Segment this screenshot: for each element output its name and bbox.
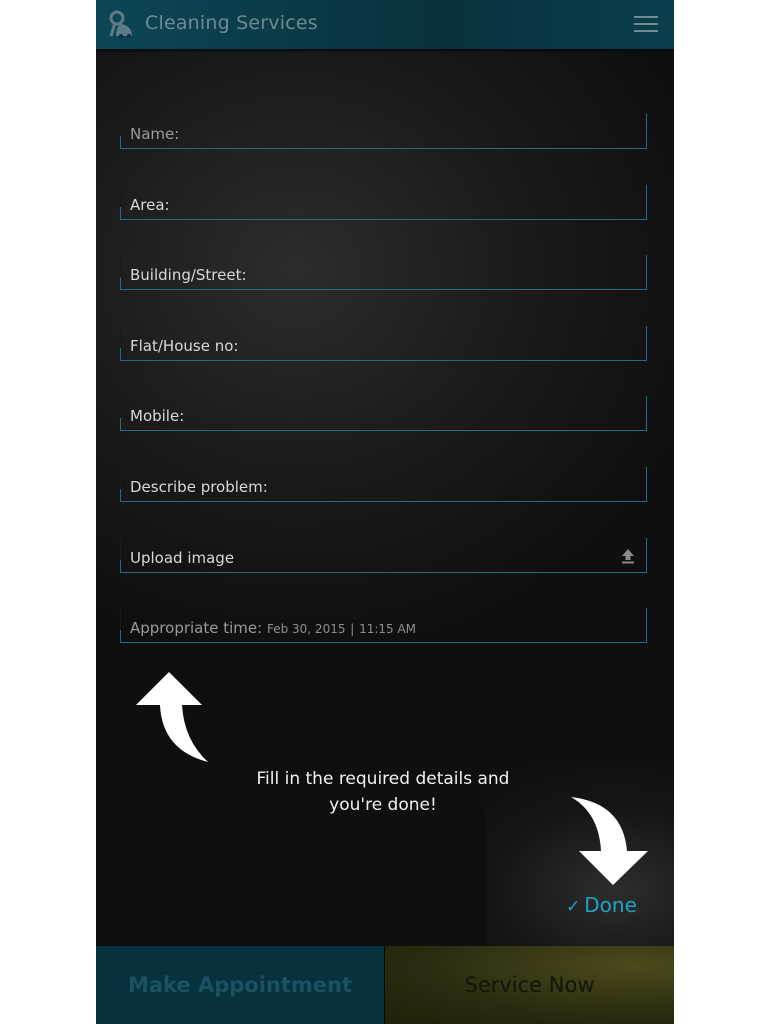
appointment-date-value: Feb 30, 2015 <box>266 622 346 636</box>
done-button[interactable]: ✓ Done <box>566 893 648 921</box>
mobile-field-label: Mobile: <box>130 407 185 425</box>
appointment-time-value: 11:15 AM <box>359 622 417 636</box>
upload-image-field[interactable]: Upload image <box>120 538 647 573</box>
checkmark-icon: ✓ <box>566 897 581 917</box>
describe-problem-field-label: Describe problem: <box>130 478 268 496</box>
service-now-label: Service Now <box>464 973 595 997</box>
building-street-field-label: Building/Street: <box>130 266 247 284</box>
app-header: Cleaning Services <box>96 0 674 49</box>
vacuum-icon <box>109 10 132 38</box>
app-title: Cleaning Services <box>145 12 318 34</box>
make-appointment-button[interactable]: Make Appointment <box>96 946 384 1024</box>
appropriate-time-label: Appropriate time: <box>130 619 263 637</box>
curved-arrow-down-icon <box>571 797 648 885</box>
appropriate-time-field[interactable]: Appropriate time: Feb 30, 2015 | 11:15 A… <box>120 608 647 643</box>
mobile-field[interactable]: Mobile: <box>120 396 647 431</box>
area-field[interactable]: Area: <box>120 185 647 220</box>
flat-house-field-label: Flat/House no: <box>130 337 239 355</box>
name-field[interactable]: Name: <box>120 114 647 149</box>
area-field-label: Area: <box>130 196 170 214</box>
hamburger-menu-icon[interactable] <box>634 16 658 33</box>
app-screen: Cleaning Services Name: Area: Building/S… <box>96 0 674 1024</box>
done-label: Done <box>584 893 637 917</box>
upload-icon[interactable] <box>621 548 635 564</box>
appropriate-time-field-label: Appropriate time: Feb 30, 2015 | 11:15 A… <box>130 619 416 637</box>
make-appointment-label: Make Appointment <box>127 973 353 997</box>
describe-problem-field[interactable]: Describe problem: <box>120 467 647 502</box>
service-now-button[interactable]: Service Now <box>385 946 674 1024</box>
flat-house-field[interactable]: Flat/House no: <box>120 326 647 361</box>
curved-arrow-up-icon <box>136 672 208 762</box>
upload-image-field-label: Upload image <box>130 549 235 567</box>
building-street-field[interactable]: Building/Street: <box>120 255 647 290</box>
date-time-separator: | <box>350 622 355 636</box>
name-field-label: Name: <box>130 125 180 143</box>
